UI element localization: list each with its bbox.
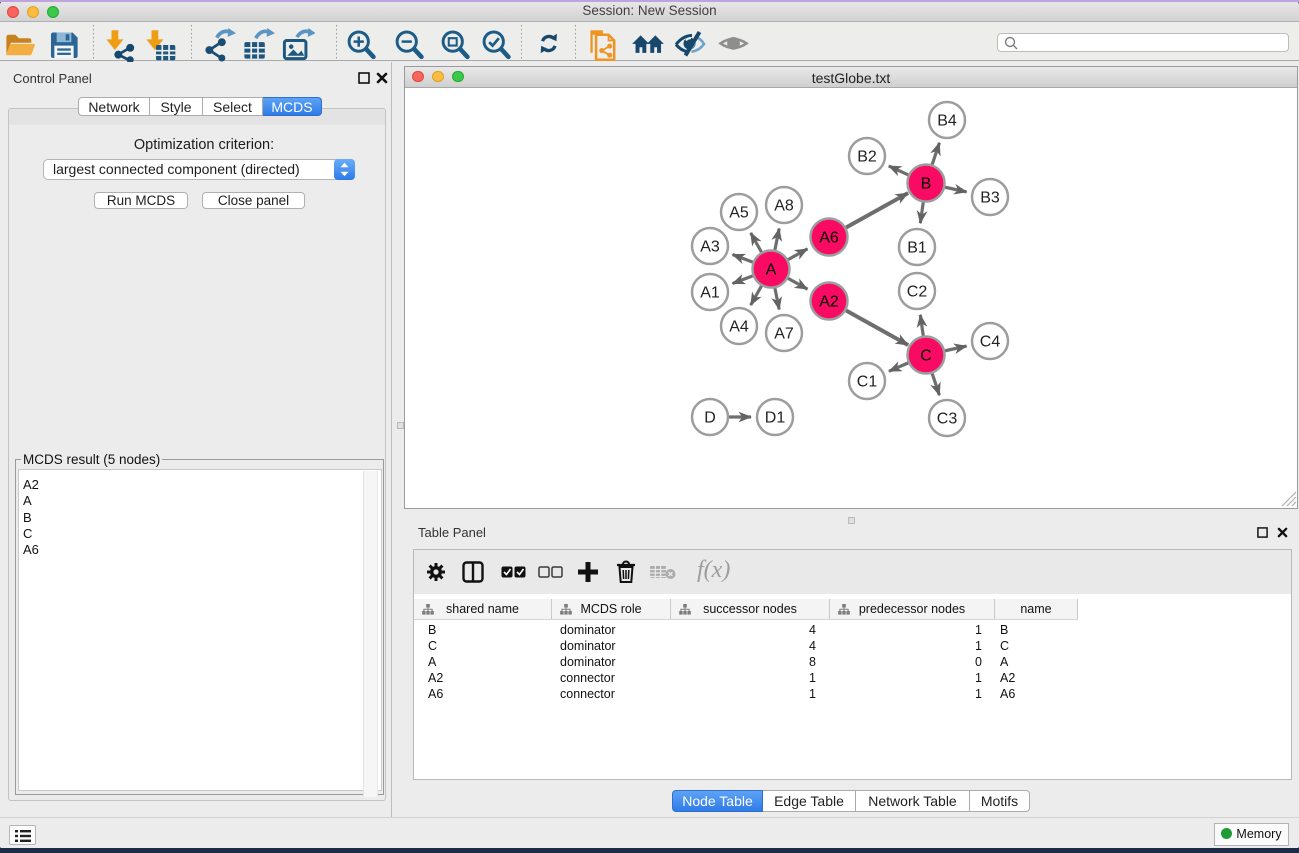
svg-text:C4: C4 — [980, 334, 1001, 351]
svg-text:A6: A6 — [819, 230, 839, 247]
svg-text:A5: A5 — [729, 205, 749, 222]
svg-text:B4: B4 — [937, 113, 957, 130]
svg-text:A8: A8 — [774, 198, 794, 215]
svg-text:A2: A2 — [819, 294, 839, 311]
svg-text:C1: C1 — [857, 374, 878, 391]
svg-text:D: D — [704, 410, 716, 427]
svg-text:B: B — [921, 176, 932, 193]
svg-text:B1: B1 — [907, 240, 927, 257]
svg-text:A3: A3 — [700, 239, 720, 256]
svg-text:A: A — [766, 262, 777, 279]
svg-text:A4: A4 — [729, 319, 749, 336]
svg-text:A1: A1 — [700, 285, 720, 302]
svg-text:A7: A7 — [774, 326, 794, 343]
svg-text:C2: C2 — [907, 284, 928, 301]
svg-text:B3: B3 — [980, 190, 1000, 207]
svg-text:B2: B2 — [857, 149, 877, 166]
svg-text:D1: D1 — [765, 410, 786, 427]
svg-text:C3: C3 — [937, 411, 958, 428]
svg-text:C: C — [920, 348, 932, 365]
